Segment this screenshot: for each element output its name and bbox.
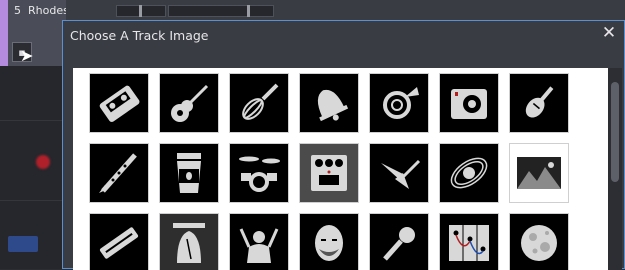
track-name-label: Rhodes xyxy=(28,4,69,17)
dialog-title: Choose A Track Image xyxy=(70,28,209,43)
track-color-swatch xyxy=(0,0,8,66)
effects-pedal-icon xyxy=(311,155,347,191)
violin-icon xyxy=(525,86,554,118)
divider xyxy=(0,200,66,201)
divider xyxy=(0,120,66,121)
drum-kit-icon xyxy=(239,156,280,192)
image-tile-moon[interactable] xyxy=(509,213,569,270)
image-tile-whisk[interactable] xyxy=(229,73,289,133)
french-horn-icon xyxy=(383,87,419,119)
image-tile-planet[interactable] xyxy=(439,143,499,203)
image-tile-effects-pedal[interactable] xyxy=(299,143,359,203)
modular-synth-icon xyxy=(449,225,489,261)
clarinet-icon xyxy=(99,153,137,193)
scrollbar-thumb[interactable] xyxy=(611,82,619,182)
harmonica-icon xyxy=(99,227,139,259)
record-indicator[interactable] xyxy=(36,155,50,169)
image-tile-acoustic-guitar[interactable] xyxy=(159,73,219,133)
speaker-cabinet-icon xyxy=(451,89,487,119)
blue-button[interactable] xyxy=(8,236,38,252)
electric-guitar-icon xyxy=(381,159,421,189)
landscape-photo-icon xyxy=(517,157,561,189)
image-tile-electric-guitar[interactable] xyxy=(369,143,429,203)
image-tile-conductor[interactable] xyxy=(229,213,289,270)
pan-fader[interactable] xyxy=(168,5,274,17)
image-tile-harmonica[interactable] xyxy=(89,213,149,270)
image-tile-cassette[interactable] xyxy=(89,73,149,133)
acoustic-guitar-icon xyxy=(171,84,209,122)
track-strip xyxy=(66,0,625,20)
image-tile-clarinet[interactable] xyxy=(89,143,149,203)
planet-orbit-icon xyxy=(450,157,488,189)
bearded-face-icon xyxy=(315,225,343,261)
coffee-cup-icon xyxy=(177,153,201,193)
moon-icon xyxy=(521,225,557,261)
image-tile-landscape[interactable] xyxy=(509,143,569,203)
image-tile-drum-kit[interactable] xyxy=(229,143,289,203)
bell-icon xyxy=(317,89,349,122)
cassette-icon xyxy=(99,85,140,122)
image-tile-microphone[interactable] xyxy=(369,213,429,270)
image-tile-bell[interactable] xyxy=(299,73,359,133)
image-tile-modular-synth[interactable] xyxy=(439,213,499,270)
whisk-icon xyxy=(242,83,279,120)
image-tile-speaker[interactable] xyxy=(439,73,499,133)
image-tile-liberty-bell[interactable] xyxy=(159,213,219,270)
image-tile-violin[interactable] xyxy=(509,73,569,133)
volume-fader[interactable] xyxy=(116,5,166,17)
choose-track-image-dialog: Choose A Track Image ✕ xyxy=(62,20,625,270)
image-tile-french-horn[interactable] xyxy=(369,73,429,133)
image-tile-bearded-face[interactable] xyxy=(299,213,359,270)
track-number: 5 xyxy=(14,4,21,17)
vertical-scrollbar[interactable] xyxy=(608,68,622,270)
track-name: 5 Rhodes xyxy=(14,4,69,17)
image-tile-coffee-cup[interactable] xyxy=(159,143,219,203)
conductor-icon xyxy=(239,228,279,263)
image-grid xyxy=(73,68,608,270)
liberty-bell-icon xyxy=(173,223,205,263)
microphone-icon xyxy=(383,227,415,261)
close-icon[interactable]: ✕ xyxy=(600,24,618,42)
mouse-cursor-icon: ➤ xyxy=(20,46,34,65)
